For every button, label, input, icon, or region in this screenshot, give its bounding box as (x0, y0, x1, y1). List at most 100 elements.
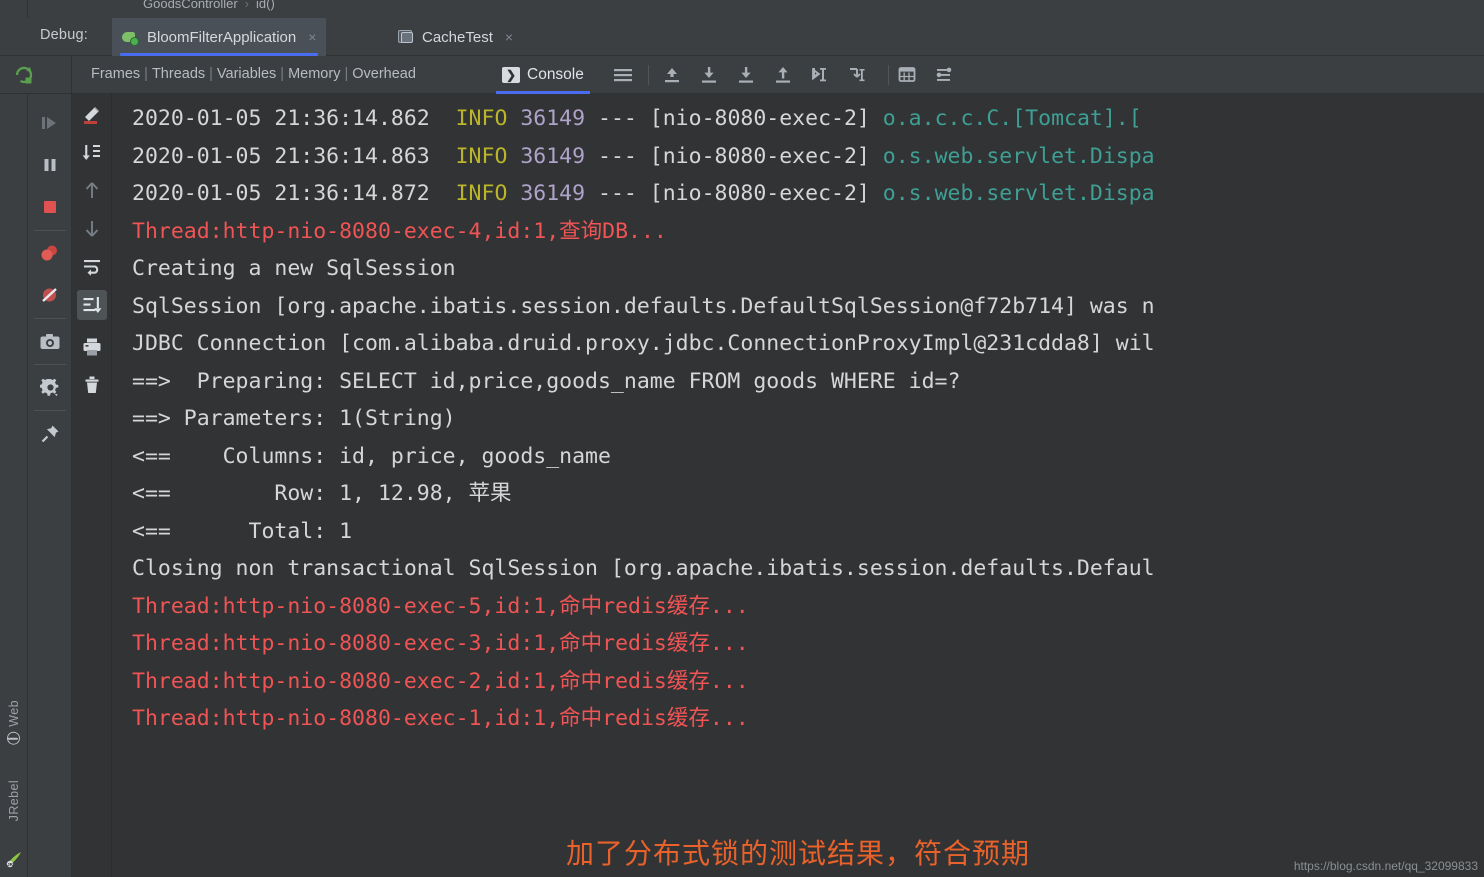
console-line: Thread:http-nio-8080-exec-3,id:1,命中redis… (132, 625, 1484, 663)
tab-bloomfilterapplication-label: BloomFilterApplication (147, 29, 296, 46)
watermark: https://blog.csdn.net/qq_32099833 (1294, 859, 1478, 873)
console-segment-plain (507, 106, 520, 131)
drop-frame-button[interactable] (846, 64, 868, 86)
pin-button[interactable] (35, 418, 65, 448)
step-into-button[interactable] (735, 64, 757, 86)
down-arrow-button[interactable] (77, 214, 107, 244)
soft-wrap-button[interactable] (77, 252, 107, 282)
toolbar-left-column (0, 56, 72, 94)
tool-window-jrebel[interactable]: JRebel (0, 780, 28, 821)
rail-divider-3 (34, 364, 66, 365)
edit-source-button[interactable] (77, 100, 107, 130)
console-segment-plain: JDBC Connection [com.alibaba.druid.proxy… (132, 331, 1155, 356)
view-sep-3: | (276, 66, 288, 82)
settings-button[interactable] (35, 372, 65, 402)
console-segment-plain: ==> Preparing: SELECT id,price,goods_nam… (132, 369, 960, 394)
annotation-line-1: 加了分布式锁的测试结果，符合预期 (112, 832, 1484, 875)
console-prompt-icon: ❯ (502, 67, 520, 83)
view-breakpoints-button[interactable] (35, 238, 65, 268)
breadcrumb-method[interactable]: id() (256, 0, 275, 11)
view-link-variables[interactable]: Variables (217, 66, 276, 82)
breadcrumb: GoodsController›id() (0, 0, 1484, 18)
console-segment-pid: 36149 (520, 144, 585, 169)
tab-console-label: Console (527, 66, 584, 84)
console-line: Thread:http-nio-8080-exec-5,id:1,命中redis… (132, 588, 1484, 626)
tab-bloomfilterapplication[interactable]: BloomFilterApplication × (112, 18, 326, 56)
settings-list-button[interactable] (933, 64, 955, 86)
console-line: ==> Parameters: 1(String) (132, 400, 1484, 438)
hamburger-menu-button[interactable] (612, 64, 634, 86)
console-segment-plain: <== Row: 1, 12.98, 苹果 (132, 481, 512, 506)
console-line: 2020-01-05 21:36:14.872 INFO 36149 --- [… (132, 175, 1484, 213)
console-line: ==> Preparing: SELECT id,price,goods_nam… (132, 363, 1484, 401)
debug-toolbar: Frames|Threads|Variables|Memory|Overhead… (0, 56, 1484, 94)
step-over-button[interactable] (698, 64, 720, 86)
debug-tab-bar: Debug: BloomFilterApplication × CacheTes… (0, 18, 1484, 56)
debug-action-rail (28, 94, 72, 877)
toolbar-separator-1 (648, 65, 649, 85)
scroll-end-toggle-button[interactable] (77, 290, 107, 320)
force-step-into-button[interactable] (772, 64, 794, 86)
mute-breakpoints-button[interactable] (35, 280, 65, 310)
console-segment-red: Thread:http-nio-8080-exec-5,id:1,命中redis… (132, 594, 749, 619)
view-link-frames[interactable]: Frames (91, 66, 140, 82)
console-line: 2020-01-05 21:36:14.862 INFO 36149 --- [… (132, 100, 1484, 138)
breadcrumb-separator: › (238, 0, 256, 11)
console-line: <== Total: 1 (132, 513, 1484, 551)
breadcrumb-class[interactable]: GoodsController (143, 0, 238, 11)
console-segment-plain (507, 181, 520, 206)
view-link-overhead[interactable]: Overhead (352, 66, 416, 82)
rail-divider-4 (34, 410, 66, 411)
tab-cachetest[interactable]: CacheTest × (388, 18, 523, 56)
scroll-to-end-button[interactable] (77, 138, 107, 168)
view-sep-4: | (340, 66, 352, 82)
tool-window-jrebel-label: JRebel (7, 780, 21, 821)
clear-all-button[interactable] (77, 370, 107, 400)
resume-program-button[interactable] (35, 108, 65, 138)
annotation-overlay: 加了分布式锁的测试结果，符合预期 只有一个线程查询了 DB，其他线程走了缓存 (112, 832, 1484, 877)
print-button[interactable] (77, 332, 107, 362)
console-segment-plain: ==> Parameters: 1(String) (132, 406, 456, 431)
svg-text:JR: JR (7, 862, 14, 867)
globe-icon (8, 732, 21, 745)
tab-cachetest-close-icon[interactable]: × (505, 29, 513, 45)
console-segment-pid: 36149 (520, 181, 585, 206)
evaluate-expression-button[interactable] (896, 64, 918, 86)
tool-window-web-label: Web (7, 700, 21, 727)
console-segment-red: Thread:http-nio-8080-exec-4,id:1,查询DB... (132, 219, 667, 244)
rail-divider-1 (34, 230, 66, 231)
run-to-cursor-button[interactable] (809, 64, 831, 86)
tool-window-web[interactable]: Web (0, 700, 28, 745)
console-segment-plain: 2020-01-05 21:36:14.872 (132, 181, 456, 206)
tab-console[interactable]: ❯ Console (496, 56, 590, 94)
console-segment-plain: Closing non transactional SqlSession [or… (132, 556, 1155, 581)
console-segment-plain: 2020-01-05 21:36:14.863 (132, 144, 456, 169)
console-log-lines: 2020-01-05 21:36:14.862 INFO 36149 --- [… (132, 100, 1484, 738)
intellij-debug-window: GoodsController›id() Web JRebel JR Debug… (0, 0, 1484, 877)
debug-label: Debug: (40, 27, 88, 43)
console-segment-info: INFO (456, 106, 508, 131)
tab-bloomfilterapplication-close-icon[interactable]: × (308, 29, 316, 45)
screenshot-button[interactable] (35, 326, 65, 356)
console-segment-logger: o.s.web.servlet.Dispa (883, 144, 1155, 169)
console-segment-logger: o.a.c.c.C.[Tomcat].[ (883, 106, 1142, 131)
junit-class-icon (398, 30, 414, 45)
console-line: JDBC Connection [com.alibaba.druid.proxy… (132, 325, 1484, 363)
console-segment-plain: --- [nio-8080-exec-2] (585, 106, 883, 131)
pause-program-button[interactable] (35, 150, 65, 180)
debug-view-links: Frames|Threads|Variables|Memory|Overhead (91, 66, 416, 82)
console-output[interactable]: 2020-01-05 21:36:14.862 INFO 36149 --- [… (112, 94, 1484, 877)
view-link-memory[interactable]: Memory (288, 66, 340, 82)
rerun-button[interactable] (9, 60, 39, 90)
stop-button[interactable] (35, 192, 65, 222)
console-segment-plain: SqlSession [org.apache.ibatis.session.de… (132, 294, 1155, 319)
up-arrow-button[interactable] (77, 176, 107, 206)
view-sep-1: | (140, 66, 152, 82)
console-line: Thread:http-nio-8080-exec-2,id:1,命中redis… (132, 663, 1484, 701)
view-link-threads[interactable]: Threads (152, 66, 205, 82)
step-out-button[interactable] (661, 64, 683, 86)
console-segment-plain: <== Columns: id, price, goods_name (132, 444, 611, 469)
spring-boot-icon (122, 29, 139, 46)
console-line: <== Columns: id, price, goods_name (132, 438, 1484, 476)
console-segment-red: Thread:http-nio-8080-exec-3,id:1,命中redis… (132, 631, 749, 656)
